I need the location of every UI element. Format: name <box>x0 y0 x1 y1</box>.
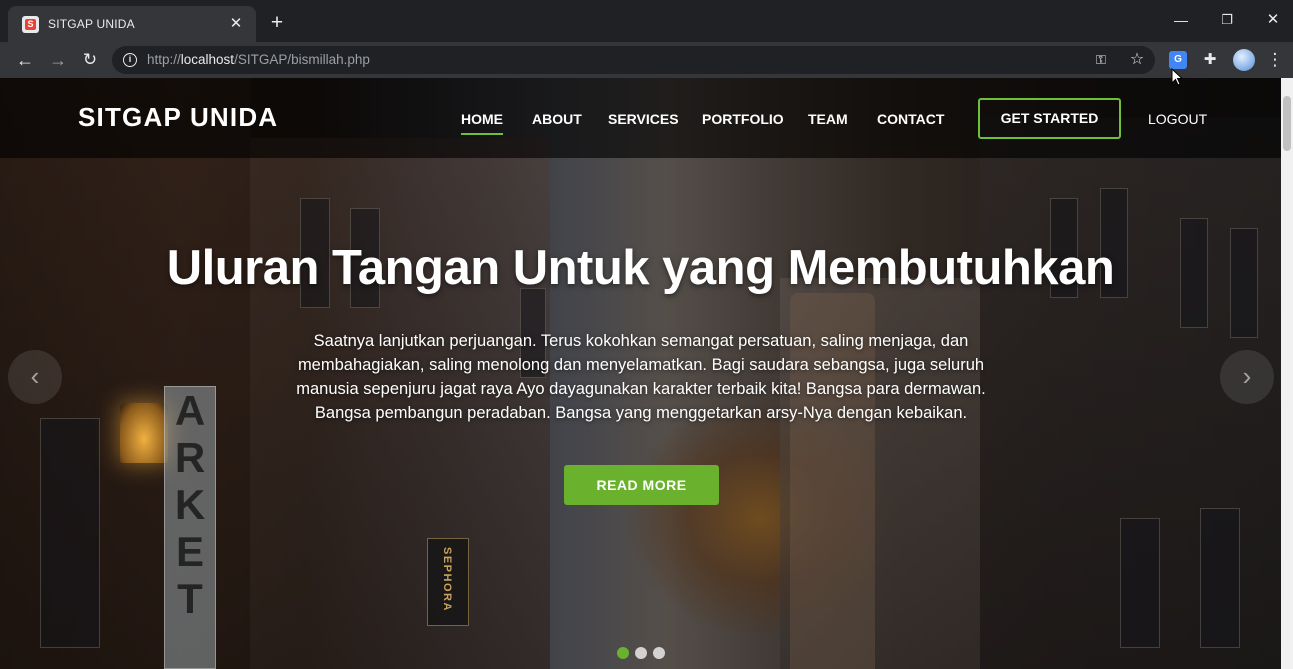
key-icon[interactable]: ⚿ <box>1092 51 1110 69</box>
sephora-sign: SEPHORA <box>427 538 469 626</box>
hero-headline: Uluran Tangan Untuk yang Membutuhkan <box>166 241 1115 295</box>
hero-description-line: Bangsa pembangun peradaban. Bangsa yang … <box>314 404 968 422</box>
market-sign: A R K E T <box>164 386 216 669</box>
browser-tab-strip: S SITGAP UNIDA ✕ + — ❐ ✕ <box>0 0 1293 42</box>
hero-description-line: manusia sepenjuru jagat raya Ayo dayagun… <box>296 380 986 398</box>
market-letter: A <box>174 387 206 434</box>
page-viewport: A R K E T SEPHORA Uluran Tangan Untuk ya… <box>0 78 1281 669</box>
hero-carousel: A R K E T SEPHORA Uluran Tangan Untuk ya… <box>0 78 1281 669</box>
hero-description-line: Saatnya lanjutkan perjuangan. Terus koko… <box>313 332 969 350</box>
carousel-dot[interactable] <box>635 647 647 659</box>
carousel-indicators <box>617 647 665 659</box>
nav-team[interactable]: TEAM <box>808 111 848 127</box>
window <box>1200 508 1240 648</box>
page-scrollbar[interactable] <box>1281 78 1293 669</box>
market-letter: E <box>175 528 204 575</box>
window-close-icon[interactable]: ✕ <box>1250 9 1293 31</box>
read-more-button[interactable]: READ MORE <box>564 465 719 505</box>
site-logo[interactable]: SITGAP UNIDA <box>78 102 278 133</box>
translate-extension-icon[interactable]: G <box>1169 51 1187 69</box>
url-path: /SITGAP/bismillah.php <box>234 52 370 67</box>
reload-icon[interactable]: ↻ <box>77 47 103 73</box>
nav-about[interactable]: ABOUT <box>532 111 582 127</box>
minimize-icon[interactable]: — <box>1158 9 1204 31</box>
nav-portfolio[interactable]: PORTFOLIO <box>702 111 784 127</box>
profile-avatar[interactable] <box>1233 49 1255 71</box>
hero-description-line: membahagiakan, saling menolong dan menye… <box>297 356 985 374</box>
url-prefix: http:// <box>147 52 181 67</box>
address-bar[interactable]: i http://localhost/SITGAP/bismillah.php … <box>112 46 1155 74</box>
market-letter: R <box>174 434 206 481</box>
url-host: localhost <box>180 52 235 67</box>
forward-icon[interactable]: → <box>45 47 71 73</box>
window <box>1120 518 1160 648</box>
site-info-icon[interactable]: i <box>123 53 137 67</box>
mouse-cursor-icon <box>1171 68 1183 86</box>
sephora-text: SEPHORA <box>441 547 453 612</box>
site-navbar: SITGAP UNIDA HOME ABOUT SERVICES PORTFOL… <box>0 78 1281 158</box>
back-icon[interactable]: ← <box>12 47 38 73</box>
carousel-next-icon[interactable]: › <box>1220 350 1274 404</box>
nav-logout[interactable]: LOGOUT <box>1148 111 1207 127</box>
nav-services[interactable]: SERVICES <box>608 111 679 127</box>
browser-menu-icon[interactable]: ⋮ <box>1265 48 1285 72</box>
scrollbar-thumb[interactable] <box>1283 96 1291 151</box>
browser-tab[interactable]: S SITGAP UNIDA ✕ <box>8 6 256 42</box>
window <box>40 418 100 648</box>
nav-home[interactable]: HOME <box>461 111 503 135</box>
extensions-puzzle-icon[interactable]: ✚ <box>1200 50 1220 70</box>
browser-toolbar: ← → ↻ i http://localhost/SITGAP/bismilla… <box>0 42 1293 78</box>
street-lamp <box>120 403 168 463</box>
favicon-icon: S <box>22 15 39 33</box>
carousel-prev-icon[interactable]: ‹ <box>8 350 62 404</box>
favicon-letter: S <box>25 18 36 30</box>
nav-contact[interactable]: CONTACT <box>877 111 944 127</box>
tab-title: SITGAP UNIDA <box>48 17 135 31</box>
market-letter: K <box>174 481 206 528</box>
market-letter: T <box>177 575 203 622</box>
get-started-button[interactable]: GET STARTED <box>978 98 1121 139</box>
carousel-dot[interactable] <box>653 647 665 659</box>
carousel-dot[interactable] <box>617 647 629 659</box>
close-tab-icon[interactable]: ✕ <box>226 14 246 34</box>
bookmark-star-icon[interactable]: ☆ <box>1127 50 1147 70</box>
hero-description: Saatnya lanjutkan perjuangan. Terus koko… <box>276 329 1006 425</box>
url-text[interactable]: http://localhost/SITGAP/bismillah.php <box>147 52 370 67</box>
new-tab-icon[interactable]: + <box>264 10 290 36</box>
restore-icon[interactable]: ❐ <box>1204 9 1250 31</box>
